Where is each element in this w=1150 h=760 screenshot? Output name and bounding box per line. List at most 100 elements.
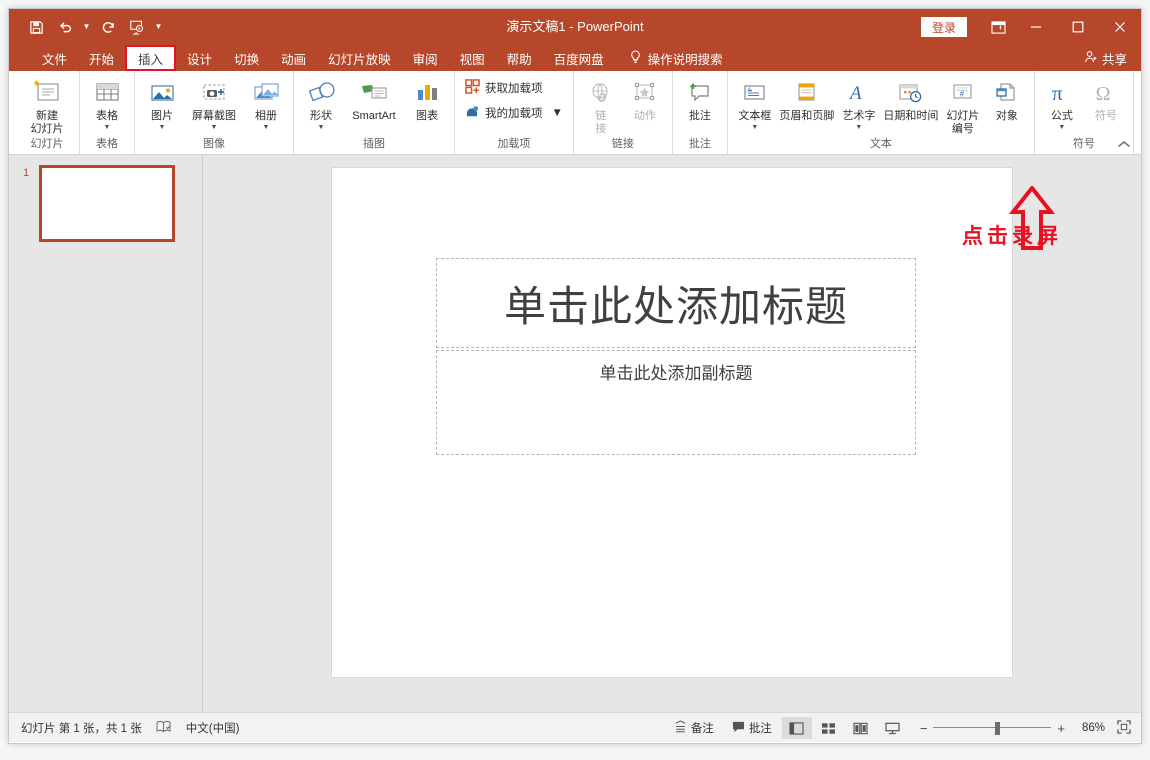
collapse-ribbon-icon[interactable] (1117, 140, 1131, 152)
photo-album-button[interactable]: 相册 ▼ (244, 74, 288, 132)
slide-number-button[interactable]: # 幻灯片 编号 (941, 74, 985, 136)
equation-dropdown-icon[interactable]: ▼ (1058, 124, 1065, 132)
link-label-2: 接 (595, 123, 606, 136)
share-button[interactable]: 共享 (1084, 45, 1127, 71)
svg-text:A: A (848, 83, 862, 104)
ribbon-group-label-symbols: 符号 (1040, 137, 1128, 154)
date-time-icon (897, 77, 924, 107)
date-time-button[interactable]: 日期和时间 (881, 74, 941, 123)
pictures-button[interactable]: 图片 ▼ (140, 74, 184, 132)
tab-file[interactable]: 文件 (31, 45, 78, 71)
slideshow-icon[interactable] (878, 717, 908, 739)
ribbon-display-options-icon[interactable] (981, 9, 1015, 45)
text-box-dropdown-icon[interactable]: ▼ (751, 124, 758, 132)
header-footer-button[interactable]: 页眉和页脚 (777, 74, 837, 123)
ribbon-group-label-illustrations: 插图 (299, 137, 449, 154)
photo-album-dropdown-icon[interactable]: ▼ (263, 124, 270, 132)
tab-slideshow[interactable]: 幻灯片放映 (317, 45, 402, 71)
undo-icon[interactable] (52, 14, 78, 40)
slide-thumbnail-1[interactable] (39, 165, 175, 242)
redo-icon[interactable] (95, 14, 121, 40)
spell-check-icon[interactable] (156, 720, 172, 736)
action-button[interactable]: 动作 (623, 74, 667, 123)
customize-quick-access-icon[interactable]: ▼ (153, 14, 164, 40)
new-comment-button[interactable]: 批注 (678, 74, 722, 123)
pictures-label: 图片 (151, 110, 173, 123)
slide-sorter-icon[interactable] (814, 717, 844, 739)
annotation-label: 点击录屏 (962, 220, 1062, 250)
new-slide-button[interactable]: 新建 幻灯片 (20, 74, 74, 136)
tell-me-label: 操作说明搜索 (648, 49, 723, 68)
zoom-in-button[interactable]: + (1057, 721, 1065, 736)
zoom-slider[interactable] (933, 722, 1051, 734)
zoom-slider-handle[interactable] (995, 722, 1000, 735)
zoom-control: − + 86% (910, 720, 1131, 737)
tab-insert[interactable]: 插入 (125, 45, 176, 71)
tab-help[interactable]: 帮助 (496, 45, 543, 71)
wordart-button[interactable]: A 艺术字 ▼ (837, 74, 881, 132)
symbol-button[interactable]: Ω 符号 (1084, 74, 1128, 123)
reading-view-icon[interactable] (846, 717, 876, 739)
table-dropdown-icon[interactable]: ▼ (104, 124, 111, 132)
start-presentation-icon[interactable] (124, 14, 150, 40)
smartart-button[interactable]: SmartArt (343, 74, 405, 123)
new-comment-icon (686, 77, 713, 107)
ribbon-group-label-links: 链接 (579, 137, 667, 154)
slide-number-label-1: 幻灯片 (946, 110, 979, 123)
zoom-out-button[interactable]: − (920, 721, 928, 736)
chart-button[interactable]: 图表 (405, 74, 449, 123)
minimize-icon[interactable] (1015, 9, 1057, 45)
shapes-button[interactable]: 形状 ▼ (299, 74, 343, 132)
equation-button[interactable]: π 公式 ▼ (1040, 74, 1084, 132)
sign-in-button[interactable]: 登录 (921, 17, 967, 37)
my-addins-button[interactable]: 我的加载项 ▼ (462, 103, 566, 123)
ribbon-group-text: A 文本框 ▼ 页眉和页脚 A (728, 71, 1035, 154)
new-slide-label-2: 幻灯片 (31, 123, 64, 136)
subtitle-placeholder[interactable]: 单击此处添加副标题 (436, 350, 916, 455)
language-label[interactable]: 中文(中国) (186, 720, 240, 736)
slide-canvas[interactable]: 单击此处添加标题 单击此处添加副标题 (331, 167, 1013, 678)
screenshot-button[interactable]: 屏幕截图 ▼ (184, 74, 244, 132)
equation-label: 公式 (1051, 110, 1073, 123)
text-box-label: 文本框 (738, 110, 771, 123)
slide-number-icon: # (949, 77, 976, 107)
slide-thumbnail-pane[interactable]: 1 (9, 155, 203, 712)
close-icon[interactable] (1099, 9, 1141, 45)
powerpoint-window-root: ▼ ▼ 演示文稿1 - PowerPoint 登录 (0, 0, 1150, 760)
maximize-icon[interactable] (1057, 9, 1099, 45)
tab-transitions[interactable]: 切换 (223, 45, 270, 71)
object-button[interactable]: 对象 (985, 74, 1029, 123)
text-box-button[interactable]: A 文本框 ▼ (733, 74, 777, 132)
link-label-1: 链 (595, 110, 606, 123)
fit-to-window-icon[interactable] (1111, 720, 1131, 737)
table-label: 表格 (96, 110, 118, 123)
zoom-percent-label[interactable]: 86% (1071, 722, 1105, 734)
object-icon (993, 77, 1020, 107)
my-addins-dropdown-icon[interactable]: ▼ (552, 107, 563, 119)
table-button[interactable]: 表格 ▼ (85, 74, 129, 132)
my-addins-label: 我的加载项 (485, 105, 543, 121)
tab-view[interactable]: 视图 (449, 45, 496, 71)
ribbon-group-label-addins: 加载项 (460, 137, 568, 154)
tab-home[interactable]: 开始 (78, 45, 125, 71)
tab-animations[interactable]: 动画 (270, 45, 317, 71)
notes-button[interactable]: 备注 (666, 717, 722, 739)
tab-baidu-netdisk[interactable]: 百度网盘 (543, 45, 615, 71)
wordart-dropdown-icon[interactable]: ▼ (855, 124, 862, 132)
comments-button[interactable]: 批注 (724, 717, 780, 739)
pictures-dropdown-icon[interactable]: ▼ (159, 124, 166, 132)
normal-view-icon[interactable] (782, 717, 812, 739)
tab-design[interactable]: 设计 (176, 45, 223, 71)
screenshot-dropdown-icon[interactable]: ▼ (211, 124, 218, 132)
picture-icon (149, 77, 176, 107)
title-placeholder[interactable]: 单击此处添加标题 (436, 258, 916, 348)
shapes-dropdown-icon[interactable]: ▼ (318, 124, 325, 132)
video-button[interactable]: 视频 ▼ (1139, 74, 1142, 132)
tab-review[interactable]: 审阅 (402, 45, 449, 71)
undo-dropdown-icon[interactable]: ▼ (81, 14, 92, 40)
tell-me-search[interactable]: 操作说明搜索 (615, 45, 733, 71)
save-icon[interactable] (23, 14, 49, 40)
link-button[interactable]: 链 接 (579, 74, 623, 136)
get-addins-button[interactable]: 获取加载项 (462, 78, 566, 98)
slide-count-label: 幻灯片 第 1 张，共 1 张 (21, 720, 142, 736)
